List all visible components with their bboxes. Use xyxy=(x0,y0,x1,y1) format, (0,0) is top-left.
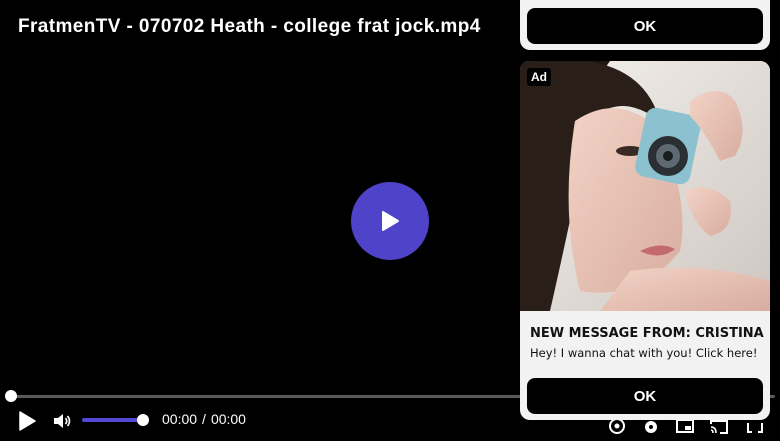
ad-popup[interactable]: Ad NEW MESSAGE FROM: CRISTINA Hey! I wan… xyxy=(520,61,770,420)
time-separator: / xyxy=(202,411,206,427)
ad-popup-top: OK xyxy=(520,0,770,50)
mute-button[interactable] xyxy=(52,411,72,431)
ad-photo xyxy=(520,61,770,311)
ad-headline: NEW MESSAGE FROM: CRISTINA xyxy=(530,326,764,341)
video-title: FratmenTV - 070702 Heath - college frat … xyxy=(18,16,481,37)
progress-handle[interactable] xyxy=(5,390,17,402)
ad-badge: Ad xyxy=(527,68,551,86)
volume-slider[interactable] xyxy=(82,418,144,422)
volume-icon xyxy=(54,414,71,428)
current-time: 00:00 xyxy=(162,411,198,427)
big-play-button[interactable] xyxy=(351,182,429,260)
duration: 00:00 xyxy=(210,411,246,427)
volume-handle[interactable] xyxy=(137,414,149,426)
ad-top-ok-button[interactable]: OK xyxy=(527,8,763,44)
play-button[interactable] xyxy=(16,410,38,432)
play-icon xyxy=(382,211,399,231)
ad-body-text: Hey! I wanna chat with you! Click here! xyxy=(530,346,758,360)
ad-image[interactable]: Ad xyxy=(520,61,770,311)
play-icon xyxy=(19,411,36,431)
time-display: 00:00/00:00 xyxy=(162,411,251,427)
ad-ok-button[interactable]: OK xyxy=(527,378,763,414)
